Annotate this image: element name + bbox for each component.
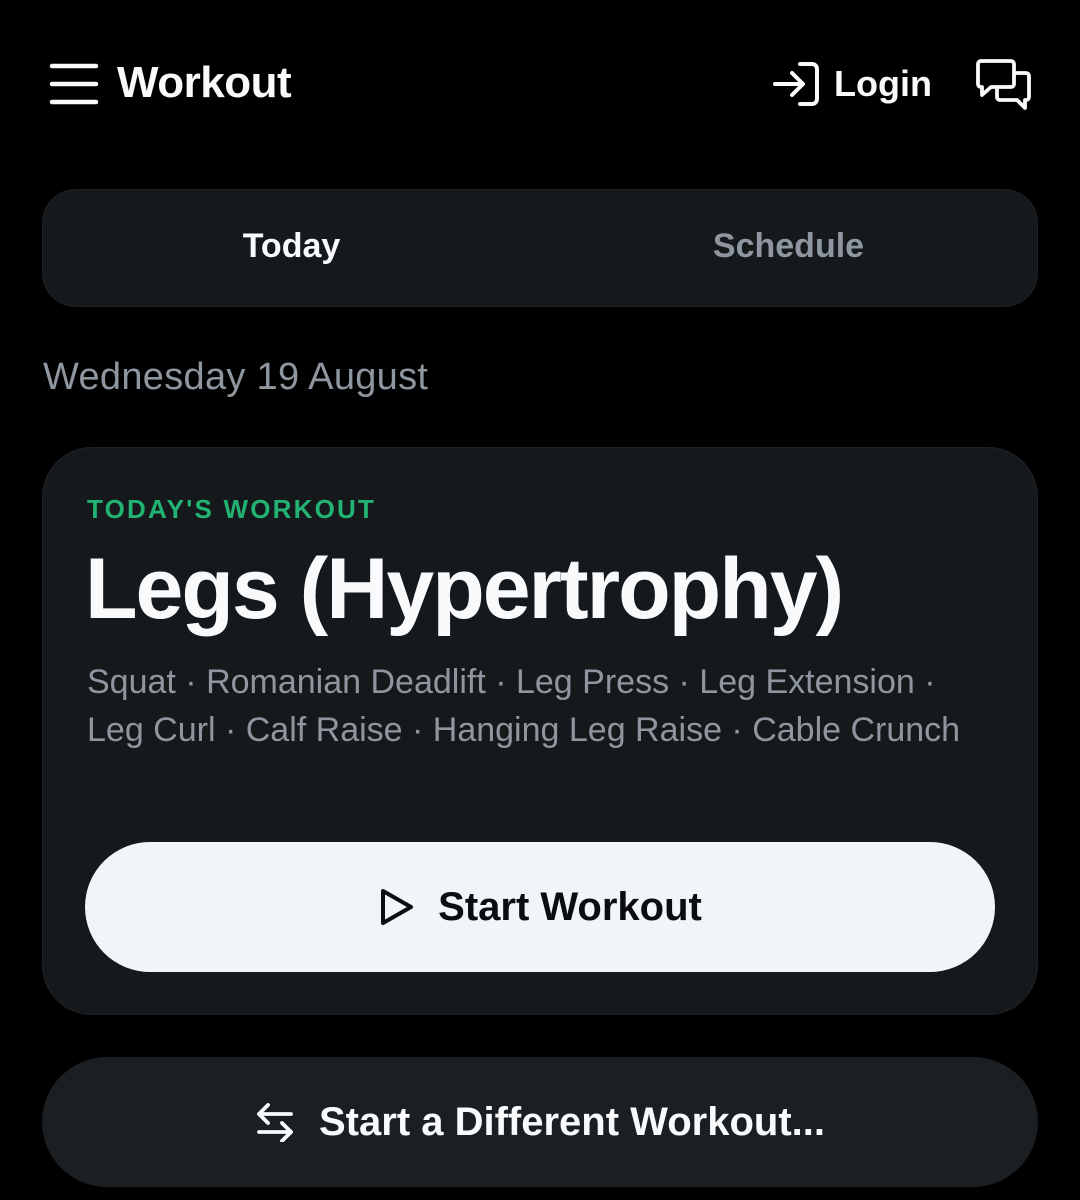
chat-button[interactable]: [972, 56, 1036, 114]
play-icon: [381, 889, 414, 925]
hamburger-menu-icon: [49, 63, 99, 105]
start-workout-label: Start Workout: [438, 884, 702, 929]
start-different-workout-label: Start a Different Workout...: [319, 1099, 825, 1144]
chat-bubbles-icon: [976, 59, 1031, 110]
tab-bar: Today Schedule: [42, 189, 1038, 307]
tab-schedule[interactable]: Schedule: [540, 190, 1037, 306]
swap-arrows-icon: [257, 1103, 293, 1142]
workout-title: Legs (Hypertrophy): [85, 541, 844, 637]
login-label: Login: [834, 63, 932, 104]
current-date: Wednesday 19 August: [43, 356, 429, 398]
menu-button[interactable]: [48, 60, 100, 108]
start-workout-button[interactable]: Start Workout: [85, 842, 995, 972]
sign-in-icon: [773, 62, 819, 106]
start-different-workout-button[interactable]: Start a Different Workout...: [42, 1057, 1038, 1187]
app-header: Workout Login: [0, 0, 1080, 170]
app-title: Workout: [117, 58, 292, 107]
exercise-list: Squat · Romanian Deadlift · Leg Press · …: [87, 663, 961, 749]
card-eyebrow: TODAY'S WORKOUT: [87, 494, 377, 524]
login-button[interactable]: Login: [772, 58, 932, 110]
todays-workout-card: TODAY'S WORKOUT Legs (Hypertrophy) Squat…: [42, 447, 1038, 1015]
tab-today[interactable]: Today: [43, 190, 540, 306]
